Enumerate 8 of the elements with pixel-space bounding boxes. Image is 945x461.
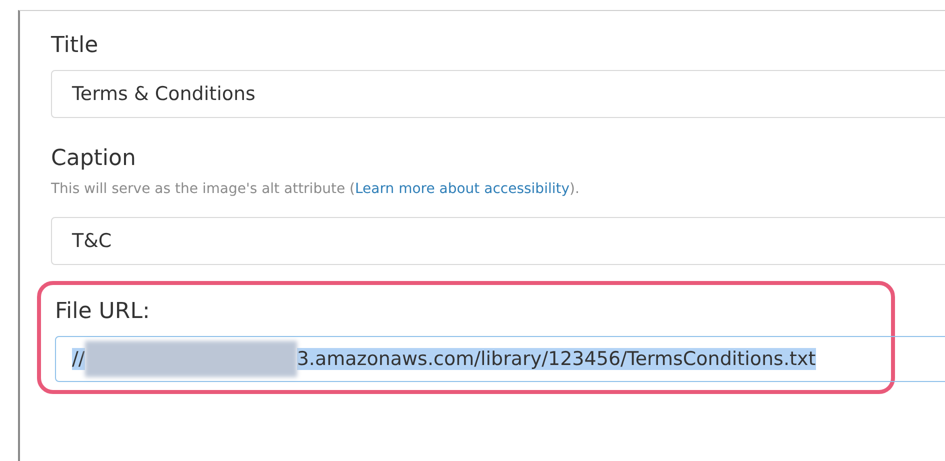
url-field[interactable]: // 3.amazonaws.com/library/123456/TermsConditions.txt (55, 336, 945, 382)
input-field[interactable]: T&C (51, 217, 945, 265)
accessibility-link[interactable]: Learn more about accessibility (354, 181, 570, 197)
help-text: This will serve as the image's alt attribute (Learn more about accessibility). (51, 181, 580, 197)
field-label: Title (51, 33, 100, 58)
input-field[interactable]: Terms & Conditions (51, 70, 945, 118)
field-label: Caption (51, 146, 137, 171)
field-label: File URL: (55, 299, 151, 324)
